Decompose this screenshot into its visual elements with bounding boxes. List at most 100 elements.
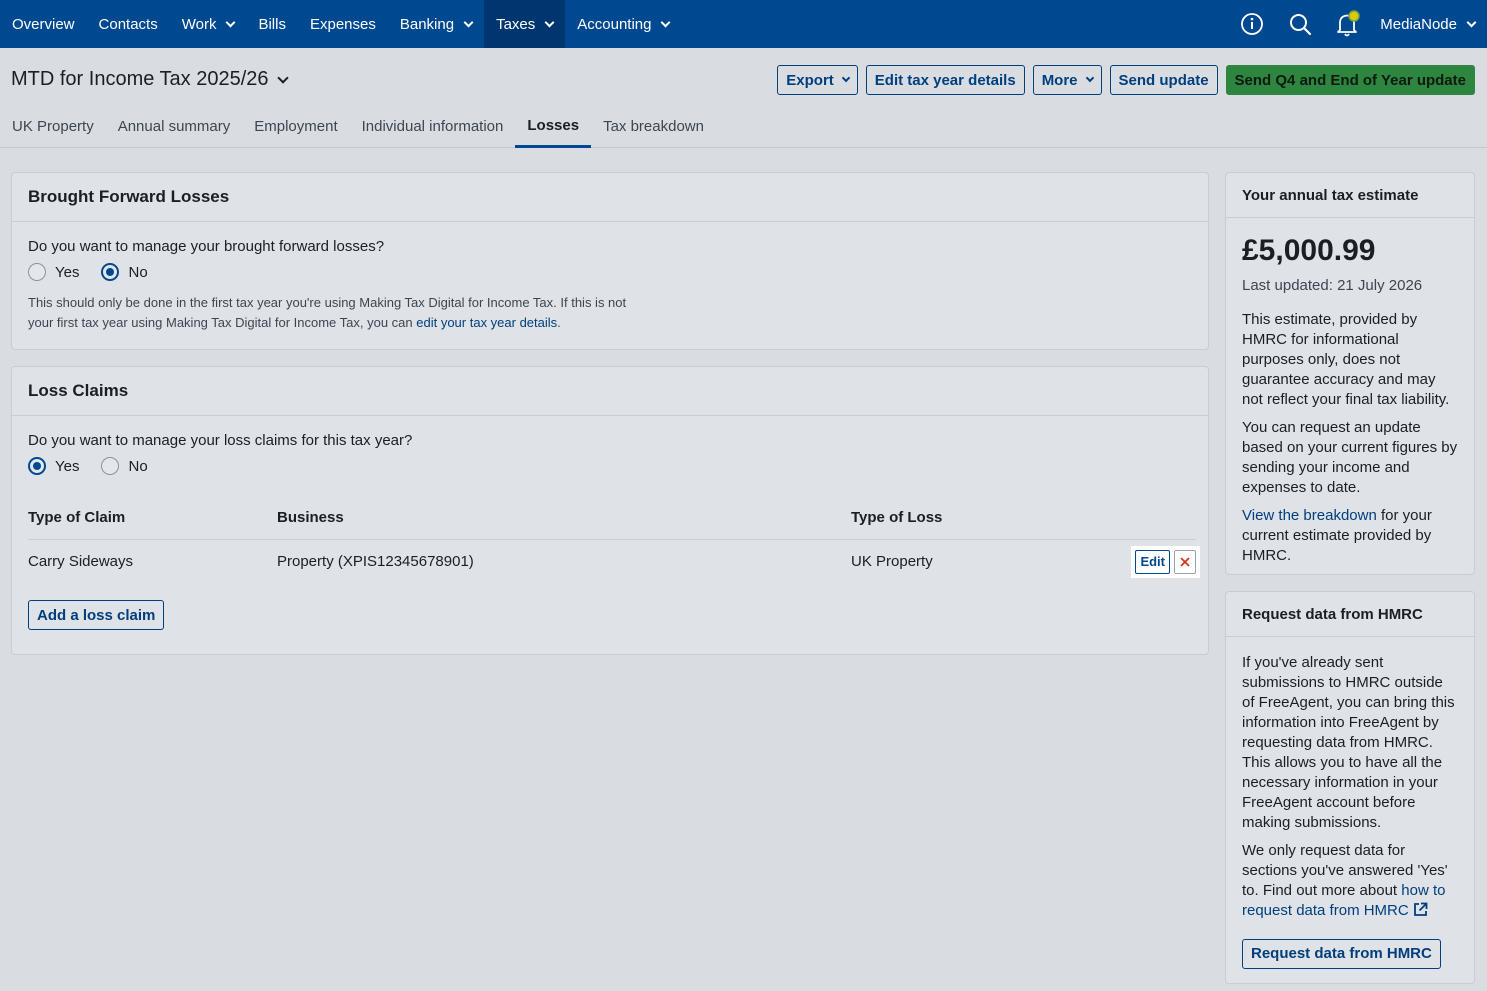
nav-expenses[interactable]: Expenses <box>298 0 388 48</box>
nav-contacts[interactable]: Contacts <box>87 0 170 48</box>
question-text: Do you want to manage your brought forwa… <box>28 238 385 255</box>
hint-text: This should only be done in the first ta… <box>28 293 628 333</box>
tab-individual-information[interactable]: Individual information <box>350 106 516 146</box>
nav-right: MediaNode <box>1228 0 1487 48</box>
loss-claims-table: Type of Claim Business Type of Loss Carr… <box>28 501 1200 584</box>
info-icon[interactable] <box>1228 0 1276 48</box>
tab-annual-summary[interactable]: Annual summary <box>106 106 243 146</box>
nav-bills[interactable]: Bills <box>246 0 298 48</box>
table-cell: Property (XPIS12345678901) <box>277 553 474 571</box>
nav-label: Work <box>181 15 217 33</box>
more-label: More <box>1041 71 1078 89</box>
question-text: Do you want to manage your loss claims f… <box>28 432 413 449</box>
card-body: Do you want to manage your loss claims f… <box>12 416 1208 630</box>
add-loss-claim-button[interactable]: Add a loss claim <box>28 600 165 630</box>
radio-circle[interactable] <box>28 263 46 281</box>
hint-line-2: your first tax year using Making Tax Dig… <box>28 315 417 330</box>
radio-circle[interactable] <box>101 457 120 475</box>
export-label: Export <box>786 71 834 89</box>
tab-bar: UK Property Annual summary Employment In… <box>0 106 716 148</box>
export-button[interactable]: Export <box>777 65 858 95</box>
radio-group: Yes No <box>28 263 1192 281</box>
tab-label: Losses <box>527 117 580 134</box>
page-header: MTD for Income Tax 2025/26 Export Edit t… <box>0 48 1487 148</box>
estimate-breakdown-text: View the breakdown for your current esti… <box>1242 506 1458 566</box>
page-title[interactable]: MTD for Income Tax 2025/26 <box>11 68 289 91</box>
column-header: Business <box>277 501 851 540</box>
edit-button[interactable]: Edit <box>1135 549 1170 574</box>
edit-tax-year-button[interactable]: Edit tax year details <box>865 65 1025 95</box>
nav-work[interactable]: Work <box>170 0 247 48</box>
radio-yes[interactable]: Yes <box>28 457 79 475</box>
external-link-icon <box>1413 902 1428 916</box>
card-title-text: Request data from HMRC <box>1242 605 1423 623</box>
more-button[interactable]: More <box>1032 65 1102 95</box>
chevron-down-icon <box>463 17 474 27</box>
tab-tax-breakdown[interactable]: Tax breakdown <box>591 106 716 146</box>
tab-uk-property[interactable]: UK Property <box>0 106 106 146</box>
chevron-down-icon <box>661 17 671 27</box>
delete-button[interactable] <box>1174 549 1196 574</box>
column-header: Type of Claim <box>28 501 277 540</box>
tab-label: UK Property <box>12 117 94 135</box>
edit-tax-year-link[interactable]: edit your tax year details <box>416 315 557 330</box>
radio-label: No <box>128 263 148 281</box>
column-header: Type of Loss <box>851 501 1101 540</box>
nav-label: Expenses <box>309 15 376 33</box>
card-title: Your annual tax estimate <box>1226 173 1474 218</box>
request-data-button[interactable]: Request data from HMRC <box>1242 939 1441 969</box>
radio-label: No <box>128 457 148 475</box>
hint-end: . <box>557 315 561 330</box>
user-name: MediaNode <box>1380 15 1457 33</box>
radio-no[interactable]: No <box>101 457 148 475</box>
search-icon[interactable] <box>1276 0 1324 48</box>
bell-icon[interactable] <box>1324 0 1372 48</box>
nav-banking[interactable]: Banking <box>388 0 484 48</box>
radio-yes[interactable]: Yes <box>28 263 79 281</box>
tab-losses[interactable]: Losses <box>515 106 592 148</box>
tax-estimate-card: Your annual tax estimate £5,000.99 Last … <box>1225 172 1475 575</box>
radio-label: Yes <box>55 263 80 281</box>
radio-circle-checked[interactable] <box>101 263 120 281</box>
row-actions: Edit <box>1101 545 1200 578</box>
nav-taxes[interactable]: Taxes <box>484 0 566 48</box>
nav-label: Accounting <box>577 15 652 33</box>
card-body: Do you want to manage your brought forwa… <box>12 222 1208 333</box>
send-update-button[interactable]: Send update <box>1109 65 1218 95</box>
close-icon <box>1180 557 1190 567</box>
nav-overview[interactable]: Overview <box>0 0 87 48</box>
chevron-down-icon <box>1085 73 1094 83</box>
send-q4-label: Send Q4 and End of Year update <box>1234 71 1466 89</box>
nav-label: Overview <box>12 15 75 33</box>
view-breakdown-link[interactable]: View the breakdown <box>1242 507 1377 524</box>
user-menu[interactable]: MediaNode <box>1372 15 1477 33</box>
tab-employment[interactable]: Employment <box>242 106 349 146</box>
nav-accounting[interactable]: Accounting <box>565 0 681 48</box>
tab-label: Employment <box>254 117 338 135</box>
edit-label: Edit <box>1140 554 1165 570</box>
chevron-down-icon <box>226 17 236 27</box>
tab-label: Tax breakdown <box>603 117 704 135</box>
radio-circle-checked[interactable] <box>28 457 46 475</box>
top-navigation: Overview Contacts Work Bills Expenses Ba… <box>0 0 1487 48</box>
chevron-down-icon <box>1466 17 1477 27</box>
nav-label: Contacts <box>98 15 158 33</box>
card-body: £5,000.99 Last updated: 21 July 2026 Thi… <box>1226 218 1474 590</box>
request-more-info: We only request data for sections you've… <box>1242 841 1458 921</box>
chevron-down-icon <box>276 71 289 84</box>
card-title: Request data from HMRC <box>1226 592 1474 637</box>
column-header-actions <box>1101 501 1196 540</box>
table-cell: UK Property <box>851 553 933 571</box>
request-data-label: Request data from HMRC <box>1251 945 1432 962</box>
chevron-down-icon <box>544 17 555 27</box>
card-title-text: Your annual tax estimate <box>1242 186 1419 204</box>
table-cell: Carry Sideways <box>28 553 134 571</box>
action-group: Edit <box>1131 545 1200 578</box>
nav-label: Banking <box>399 15 455 33</box>
card-title: Loss Claims <box>12 367 1208 416</box>
radio-no[interactable]: No <box>101 263 148 281</box>
send-q4-button[interactable]: Send Q4 and End of Year update <box>1225 65 1475 95</box>
card-title-text: Brought Forward Losses <box>28 187 230 206</box>
nav-label: Taxes <box>496 15 536 33</box>
card-body: If you've already sent submissions to HM… <box>1226 637 1474 985</box>
